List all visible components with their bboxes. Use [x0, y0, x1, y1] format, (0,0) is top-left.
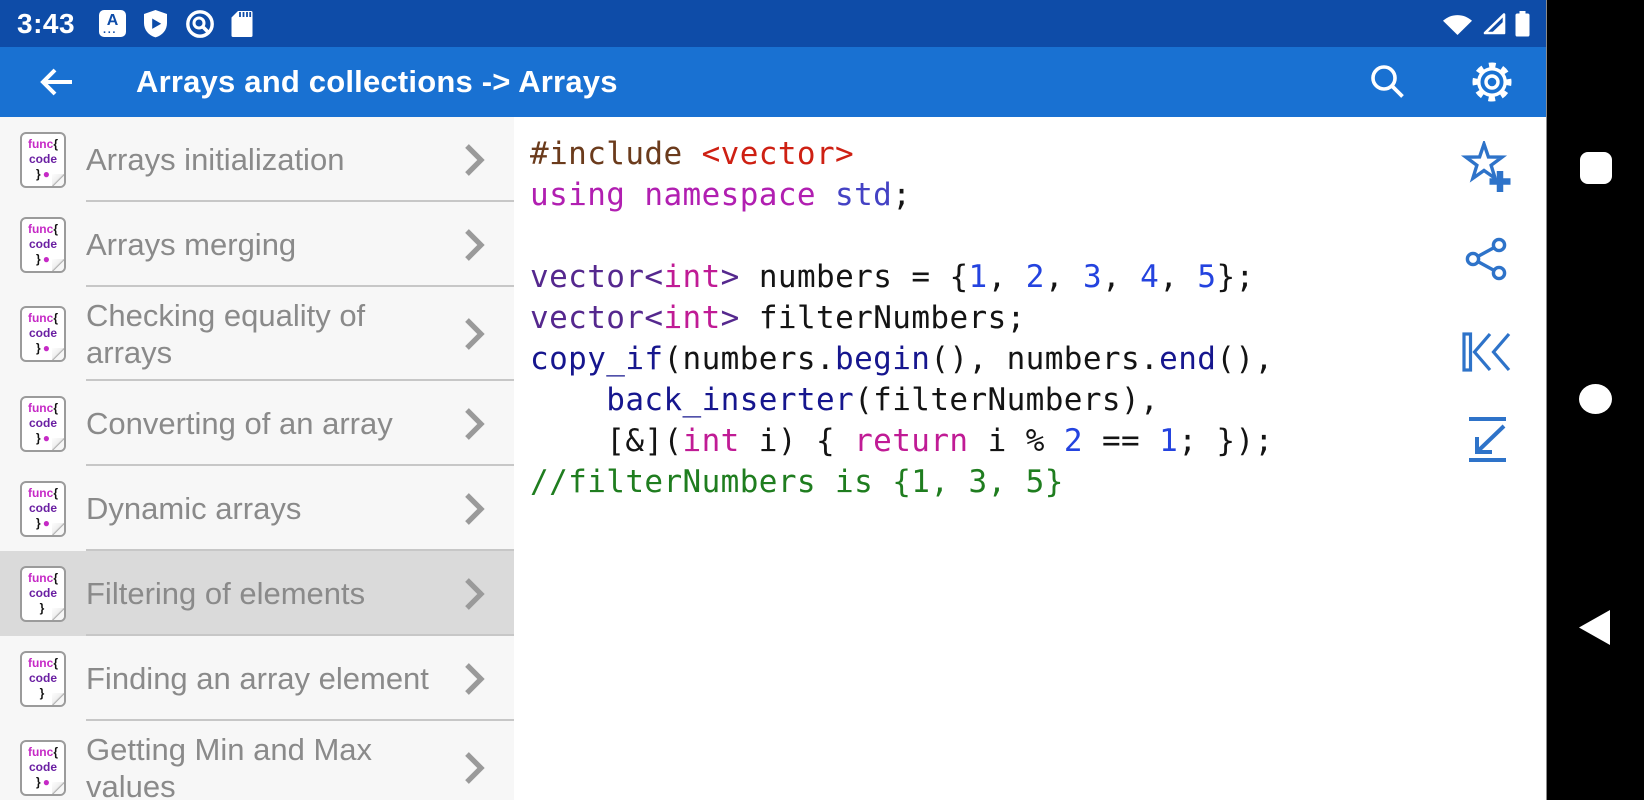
chevron-right-icon [465, 143, 485, 176]
chevron-right-icon [465, 407, 485, 440]
search-icon[interactable] [1366, 61, 1408, 103]
sd-card-icon [231, 10, 253, 38]
app-bar: Arrays and collections -> Arrays [0, 47, 1546, 117]
android-nav-bar [1546, 0, 1644, 800]
recents-square-button[interactable] [1580, 152, 1612, 184]
code-line: #include <vector> [530, 136, 855, 172]
func-code-file-icon: func{code} ● [20, 306, 66, 362]
favorite-add-star-icon[interactable] [1459, 141, 1515, 195]
sidebar-item-label: Dynamic arrays [86, 491, 302, 526]
func-code-file-icon: func{code} ● [20, 131, 66, 188]
func-code-file-icon: func{code} ● [20, 216, 66, 273]
code-line: [&](int i) { return i % 2 == 1; }); [530, 423, 1274, 459]
code-panel: #include <vector> using namespace std; ve… [514, 117, 1546, 800]
sidebar-item-getting-min-and-max-values[interactable]: func{code} ● Getting Min and Max values [0, 721, 514, 800]
topics-sidebar: func{code} ● Arrays initialization func{cod… [0, 117, 514, 800]
code-line: vector<int> numbers = {1, 2, 3, 4, 5}; [530, 259, 1255, 295]
chevron-right-icon [465, 228, 485, 261]
sidebar-item-label: Finding an array element [86, 661, 429, 696]
back-triangle-button[interactable] [1579, 610, 1610, 645]
chevron-right-icon [465, 662, 485, 695]
sidebar-item-label: Converting of an array [86, 406, 393, 441]
func-code-file-icon: func{code} ● [20, 395, 66, 452]
func-code-file-icon: func{code} [20, 650, 66, 707]
code-line: vector<int> filterNumbers; [530, 300, 1026, 336]
import-down-left-icon[interactable] [1459, 411, 1515, 465]
sidebar-item-checking-equality-of-arrays[interactable]: func{code} ● Checking equality of arrays [0, 287, 514, 381]
func-code-file-icon: func{code} ● [20, 740, 66, 796]
code-line: back_inserter(filterNumbers), [606, 382, 1160, 418]
action-rail [1459, 117, 1515, 800]
code-line: //filterNumbers is {1, 3, 5} [530, 464, 1064, 500]
share-icon[interactable] [1459, 232, 1515, 286]
status-bar-left: 3:43 A ··· [0, 8, 253, 40]
back-arrow-icon[interactable] [36, 62, 76, 102]
page-title: Arrays and collections -> Arrays [136, 64, 618, 99]
sidebar-item-arrays-merging[interactable]: func{code} ● Arrays merging [0, 202, 514, 287]
chevron-right-icon [465, 752, 485, 784]
func-code-file-icon: func{code} ● [20, 480, 66, 537]
cell-signal-icon [1482, 12, 1506, 35]
chevron-right-icon [465, 492, 485, 525]
code-line: copy_if(numbers.begin(), numbers.end(), [530, 341, 1274, 377]
sidebar-item-finding-an-array-element[interactable]: func{code} Finding an array element [0, 636, 514, 721]
sidebar-item-arrays-initialization[interactable]: func{code} ● Arrays initialization [0, 117, 514, 202]
play-protect-shield-icon [142, 9, 169, 38]
code-block: #include <vector> using namespace std; ve… [530, 134, 1546, 503]
settings-gear-icon[interactable] [1468, 58, 1516, 106]
func-code-file-icon: func{code} [20, 565, 66, 622]
app-window: 3:43 A ··· Arrays and collections -> Arr… [0, 0, 1546, 800]
sidebar-item-filtering-of-elements[interactable]: func{code} Filtering of elements [0, 551, 514, 636]
sidebar-item-label: Arrays initialization [86, 142, 345, 177]
chevron-right-icon [465, 577, 485, 610]
sidebar-item-dynamic-arrays[interactable]: func{code} ● Dynamic arrays [0, 466, 514, 551]
sidebar-item-label: Filtering of elements [86, 576, 366, 611]
wifi-icon [1442, 12, 1473, 36]
battery-icon [1515, 10, 1530, 37]
android-screen: 3:43 A ··· Arrays and collections -> Arr… [0, 0, 1644, 800]
sidebar-item-converting-of-an-array[interactable]: func{code} ● Converting of an array [0, 381, 514, 466]
autofill-a-icon: A ··· [99, 10, 127, 39]
sidebar-item-label: Getting Min and Max values [86, 732, 373, 800]
status-bar-right [1442, 10, 1546, 37]
sidebar-item-label: Checking equality of arrays [86, 298, 366, 370]
sidebar-item-label: Arrays merging [86, 227, 297, 262]
chevron-right-icon [465, 318, 485, 350]
code-line: using namespace std; [530, 177, 912, 213]
main-content: func{code} ● Arrays initialization func{cod… [0, 117, 1546, 800]
skip-to-start-icon[interactable] [1459, 325, 1515, 379]
status-bar: 3:43 A ··· [0, 0, 1546, 47]
home-circle-button[interactable] [1579, 384, 1612, 414]
clock: 3:43 [17, 7, 76, 39]
android-q-icon [185, 9, 215, 39]
